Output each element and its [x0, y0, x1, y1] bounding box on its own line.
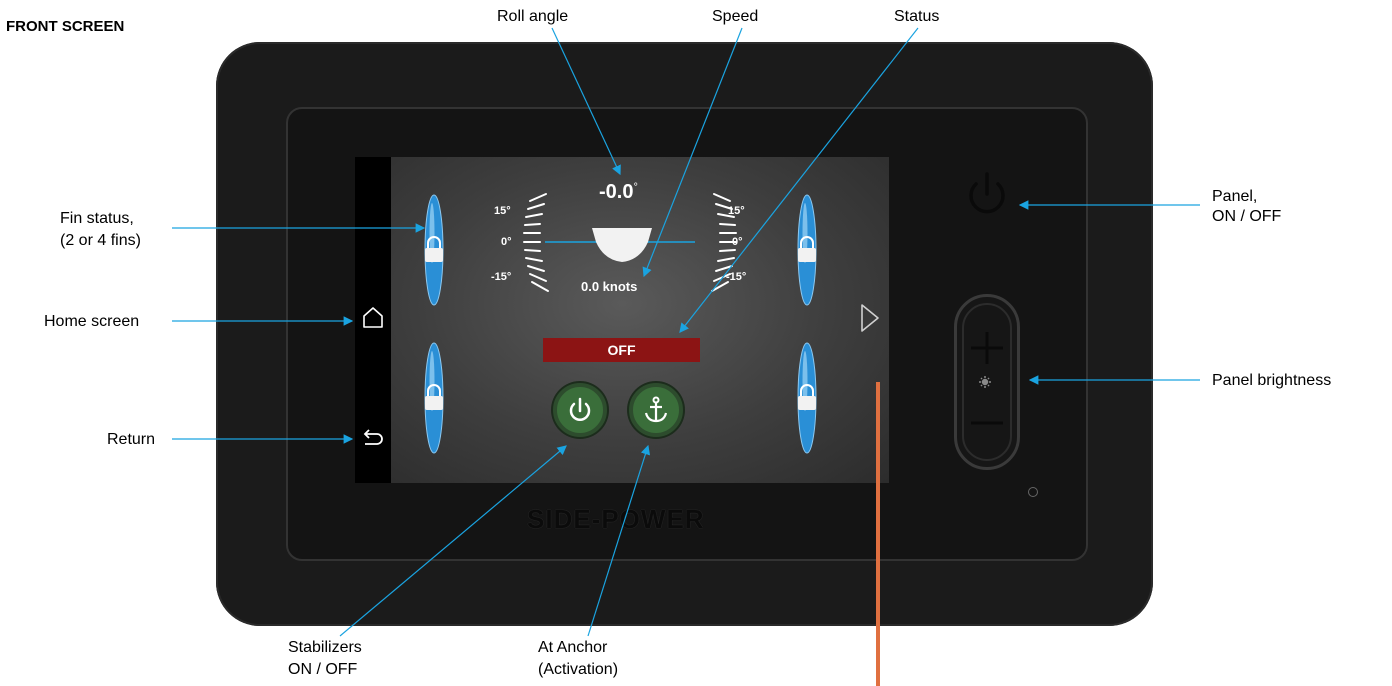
brand-logo: SIDE-POWER	[527, 504, 705, 534]
stabilizers-label-line1: Stabilizers	[288, 639, 362, 656]
brightness-sun-icon	[979, 376, 991, 388]
brightness-up-button[interactable]	[971, 332, 1003, 364]
roll-scale-left	[523, 193, 549, 292]
power-icon	[569, 397, 591, 421]
panel-label-line2: ON / OFF	[1212, 208, 1282, 225]
status-indicator: OFF	[543, 338, 700, 362]
speed-value: 0.0 knots	[581, 279, 638, 294]
next-page-arrow-icon[interactable]	[858, 302, 882, 334]
fin-indicator-front-left	[424, 194, 444, 306]
speed-label: Speed	[712, 8, 759, 25]
marker-line	[876, 382, 880, 686]
stabilizers-label-line2: ON / OFF	[288, 661, 358, 678]
fin-status-label-line2: (2 or 4 fins)	[60, 232, 141, 249]
panel-brightness-label: Panel brightness	[1212, 372, 1332, 389]
scale-right-top: 15°	[728, 205, 745, 217]
fin-indicator-rear-right	[797, 342, 817, 454]
scale-right-mid: 0°	[732, 236, 743, 248]
stabilizers-power-button[interactable]	[553, 383, 607, 437]
fin-status-label-line1: Fin status,	[60, 210, 134, 227]
light-sensor	[1028, 487, 1038, 497]
return-icon[interactable]	[361, 426, 385, 450]
scale-right-bottom: -15°	[726, 271, 747, 283]
scale-left-bottom: -15°	[491, 271, 512, 283]
roll-angle-value: -0.0°	[599, 181, 638, 203]
roll-angle-label: Roll angle	[497, 8, 569, 25]
scale-left-mid: 0°	[501, 236, 512, 248]
fin-indicator-front-right	[797, 194, 817, 306]
brightness-controls	[971, 332, 1003, 425]
return-label: Return	[107, 431, 156, 448]
panel-power-button[interactable]	[950, 158, 1024, 232]
home-icon[interactable]	[360, 305, 386, 331]
panel-label-line1: Panel,	[1212, 188, 1258, 205]
home-screen-label: Home screen	[44, 313, 140, 330]
at-anchor-button[interactable]	[629, 383, 683, 437]
hull-icon	[592, 228, 652, 262]
fin-indicator-rear-left	[424, 342, 444, 454]
front-screen-title: FRONT SCREEN	[6, 18, 125, 35]
status-label: Status	[894, 8, 940, 25]
anchor-icon	[644, 396, 668, 423]
at-anchor-label-line1: At Anchor	[538, 639, 608, 656]
at-anchor-label-line2: (Activation)	[538, 661, 619, 678]
scale-left-top: 15°	[494, 205, 511, 217]
